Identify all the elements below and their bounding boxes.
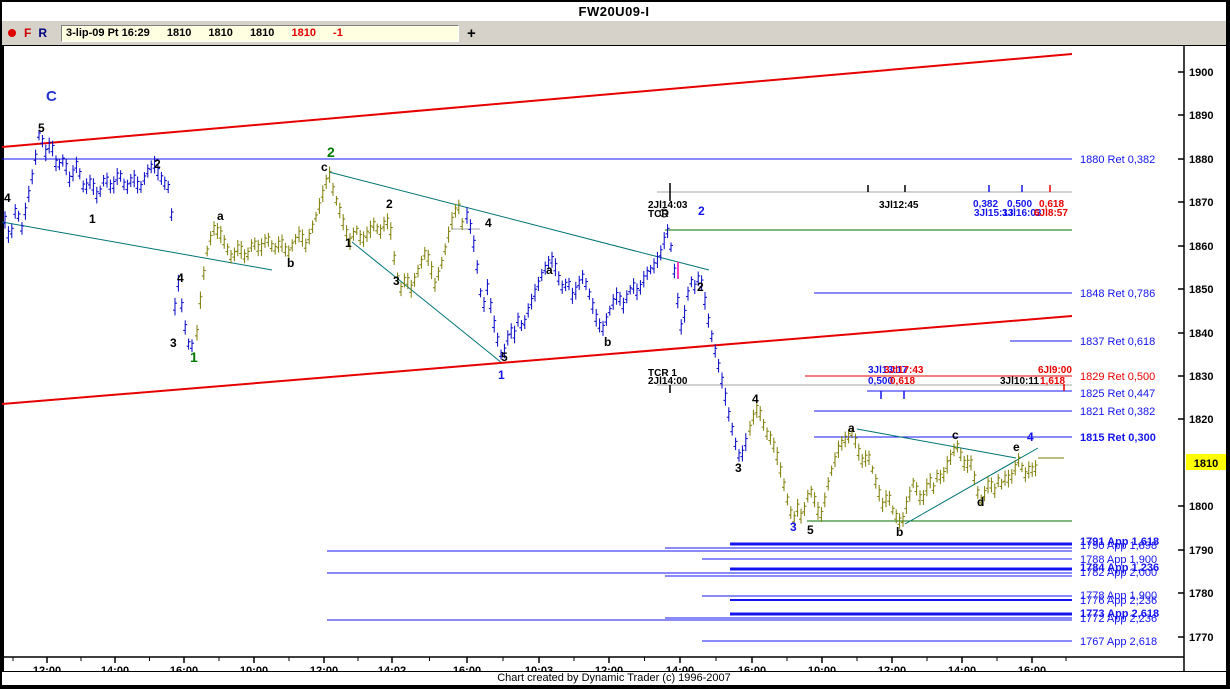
chart-canvas[interactable]: 2Jl14:03TCR3Jl12:45 0,382 0,500 0,6183Jl15:… (2, 46, 1226, 677)
wave-label: b (896, 525, 903, 539)
wave-label: a (848, 421, 855, 435)
trendline (351, 241, 503, 364)
y-tick-label: 1860 (1189, 241, 1213, 253)
wave-label: b (604, 335, 611, 349)
wave-label: 2 (154, 157, 161, 171)
quote-change: -1 (333, 26, 343, 39)
wave-label: a (217, 209, 224, 223)
level-label: 1821 Ret 0,382 (1080, 406, 1155, 418)
level-label: 1767 App 2,618 (1080, 636, 1157, 648)
time-annotation: TCR (648, 209, 669, 220)
trendline (856, 428, 1017, 459)
wave-label: a (546, 263, 553, 277)
time-annotation: 6Jl8:57 (1034, 208, 1068, 219)
quote-datetime: 3-lip-09 Pt 16:29 (66, 26, 150, 39)
level-label: 1772 App 2,236 (1080, 613, 1157, 625)
level-label: 1776 App 2,236 (1080, 595, 1157, 607)
wave-label: 3 (170, 336, 177, 350)
wave-label: 5 (501, 350, 508, 364)
wave-label: 4 (177, 271, 184, 285)
time-annotation: 0,618 (890, 376, 915, 387)
add-indicator-button[interactable]: + (467, 25, 476, 42)
wave-label: 2 (327, 144, 335, 160)
wave-label: c (952, 428, 959, 442)
wave-label: 1 (190, 349, 198, 365)
quote-open: 1810 (166, 26, 192, 39)
wave-label: 2 (386, 197, 393, 211)
wave-label: 2 (698, 204, 705, 218)
level-label: 1848 Ret 0,786 (1080, 288, 1155, 300)
chart-area: 2Jl14:03 TCR 3Jl12:45 0,382 0,500 0,618 3Jl15:… (2, 46, 1226, 677)
time-annotation: 6Jl9:00 (1038, 365, 1072, 376)
y-tick-label: 1850 (1189, 284, 1213, 296)
quote-low: 1810 (249, 26, 275, 39)
wave-label: 4 (4, 191, 11, 205)
time-annotation: 3Jl12:45 (879, 200, 919, 211)
y-tick-label: 1820 (1189, 414, 1213, 426)
level-label: 1880 Ret 0,382 (1080, 154, 1155, 166)
wave-label: 3 (393, 274, 400, 288)
y-tick-label: 1770 (1189, 632, 1213, 644)
y-tick-label: 1890 (1189, 110, 1213, 122)
wave-label: b (287, 256, 294, 270)
trendline (2, 53, 1073, 148)
level-label: 1782 App 2,000 (1080, 567, 1157, 579)
wave-label: e (1013, 440, 1020, 454)
wave-label: 2 (697, 280, 704, 294)
wave-label: C (46, 88, 57, 105)
record-dot-icon (8, 29, 16, 37)
wave-label: d (977, 495, 984, 509)
quote-field[interactable]: 3-lip-09 Pt 16:29 1810 1810 1810 1810 -1 (61, 24, 460, 42)
y-tick-label: 1790 (1189, 545, 1213, 557)
toolbar-f-button[interactable]: F (24, 26, 31, 40)
time-annotation: 2Jl14:00 (648, 376, 688, 387)
level-label: 1837 Ret 0,618 (1080, 336, 1155, 348)
wave-label: 3 (790, 520, 797, 534)
y-tick-label: 1780 (1189, 588, 1213, 600)
quote-high: 1810 (208, 26, 233, 39)
wave-label: 3 (735, 461, 742, 475)
time-annotation: 3Jl17:43 (884, 365, 924, 376)
last-price-label: 1810 (1194, 458, 1218, 470)
window-title: FW20U09-I (2, 2, 1226, 21)
time-annotation: 3Jl10:11 (1000, 376, 1039, 387)
wave-label: c (321, 160, 328, 174)
wave-label: 5 (38, 121, 45, 135)
wave-label: 4 (485, 216, 492, 230)
wave-label: 1 (498, 368, 505, 382)
toolbar: F R 3-lip-09 Pt 16:29 1810 1810 1810 181… (2, 21, 1226, 46)
level-label: 1790 App 1,898 (1080, 540, 1157, 552)
level-label: 1829 Ret 0,500 (1080, 371, 1155, 383)
level-label: 1815 Ret 0,300 (1080, 432, 1156, 444)
wave-label: 1 (89, 212, 96, 226)
y-tick-label: 1870 (1189, 197, 1213, 209)
credit-footer: Chart created by Dynamic Trader (c) 1996… (2, 671, 1226, 685)
y-tick-label: 1840 (1189, 328, 1213, 340)
y-tick-label: 1800 (1189, 501, 1213, 513)
wave-label: 4 (752, 392, 759, 406)
wave-label: 1 (345, 236, 352, 250)
level-label: 1825 Ret 0,447 (1080, 388, 1155, 400)
chart-window: FW20U09-I F R 3-lip-09 Pt 16:29 1810 181… (0, 0, 1230, 689)
wave-label: 5 (807, 523, 814, 537)
toolbar-r-button[interactable]: R (38, 26, 47, 40)
time-annotation: 1,618 (1040, 376, 1065, 387)
y-tick-label: 1880 (1189, 154, 1213, 166)
quote-last: 1810 (291, 26, 316, 39)
wave-label: 4 (1027, 430, 1034, 444)
y-tick-label: 1830 (1189, 371, 1213, 383)
y-tick-label: 1900 (1189, 67, 1213, 79)
